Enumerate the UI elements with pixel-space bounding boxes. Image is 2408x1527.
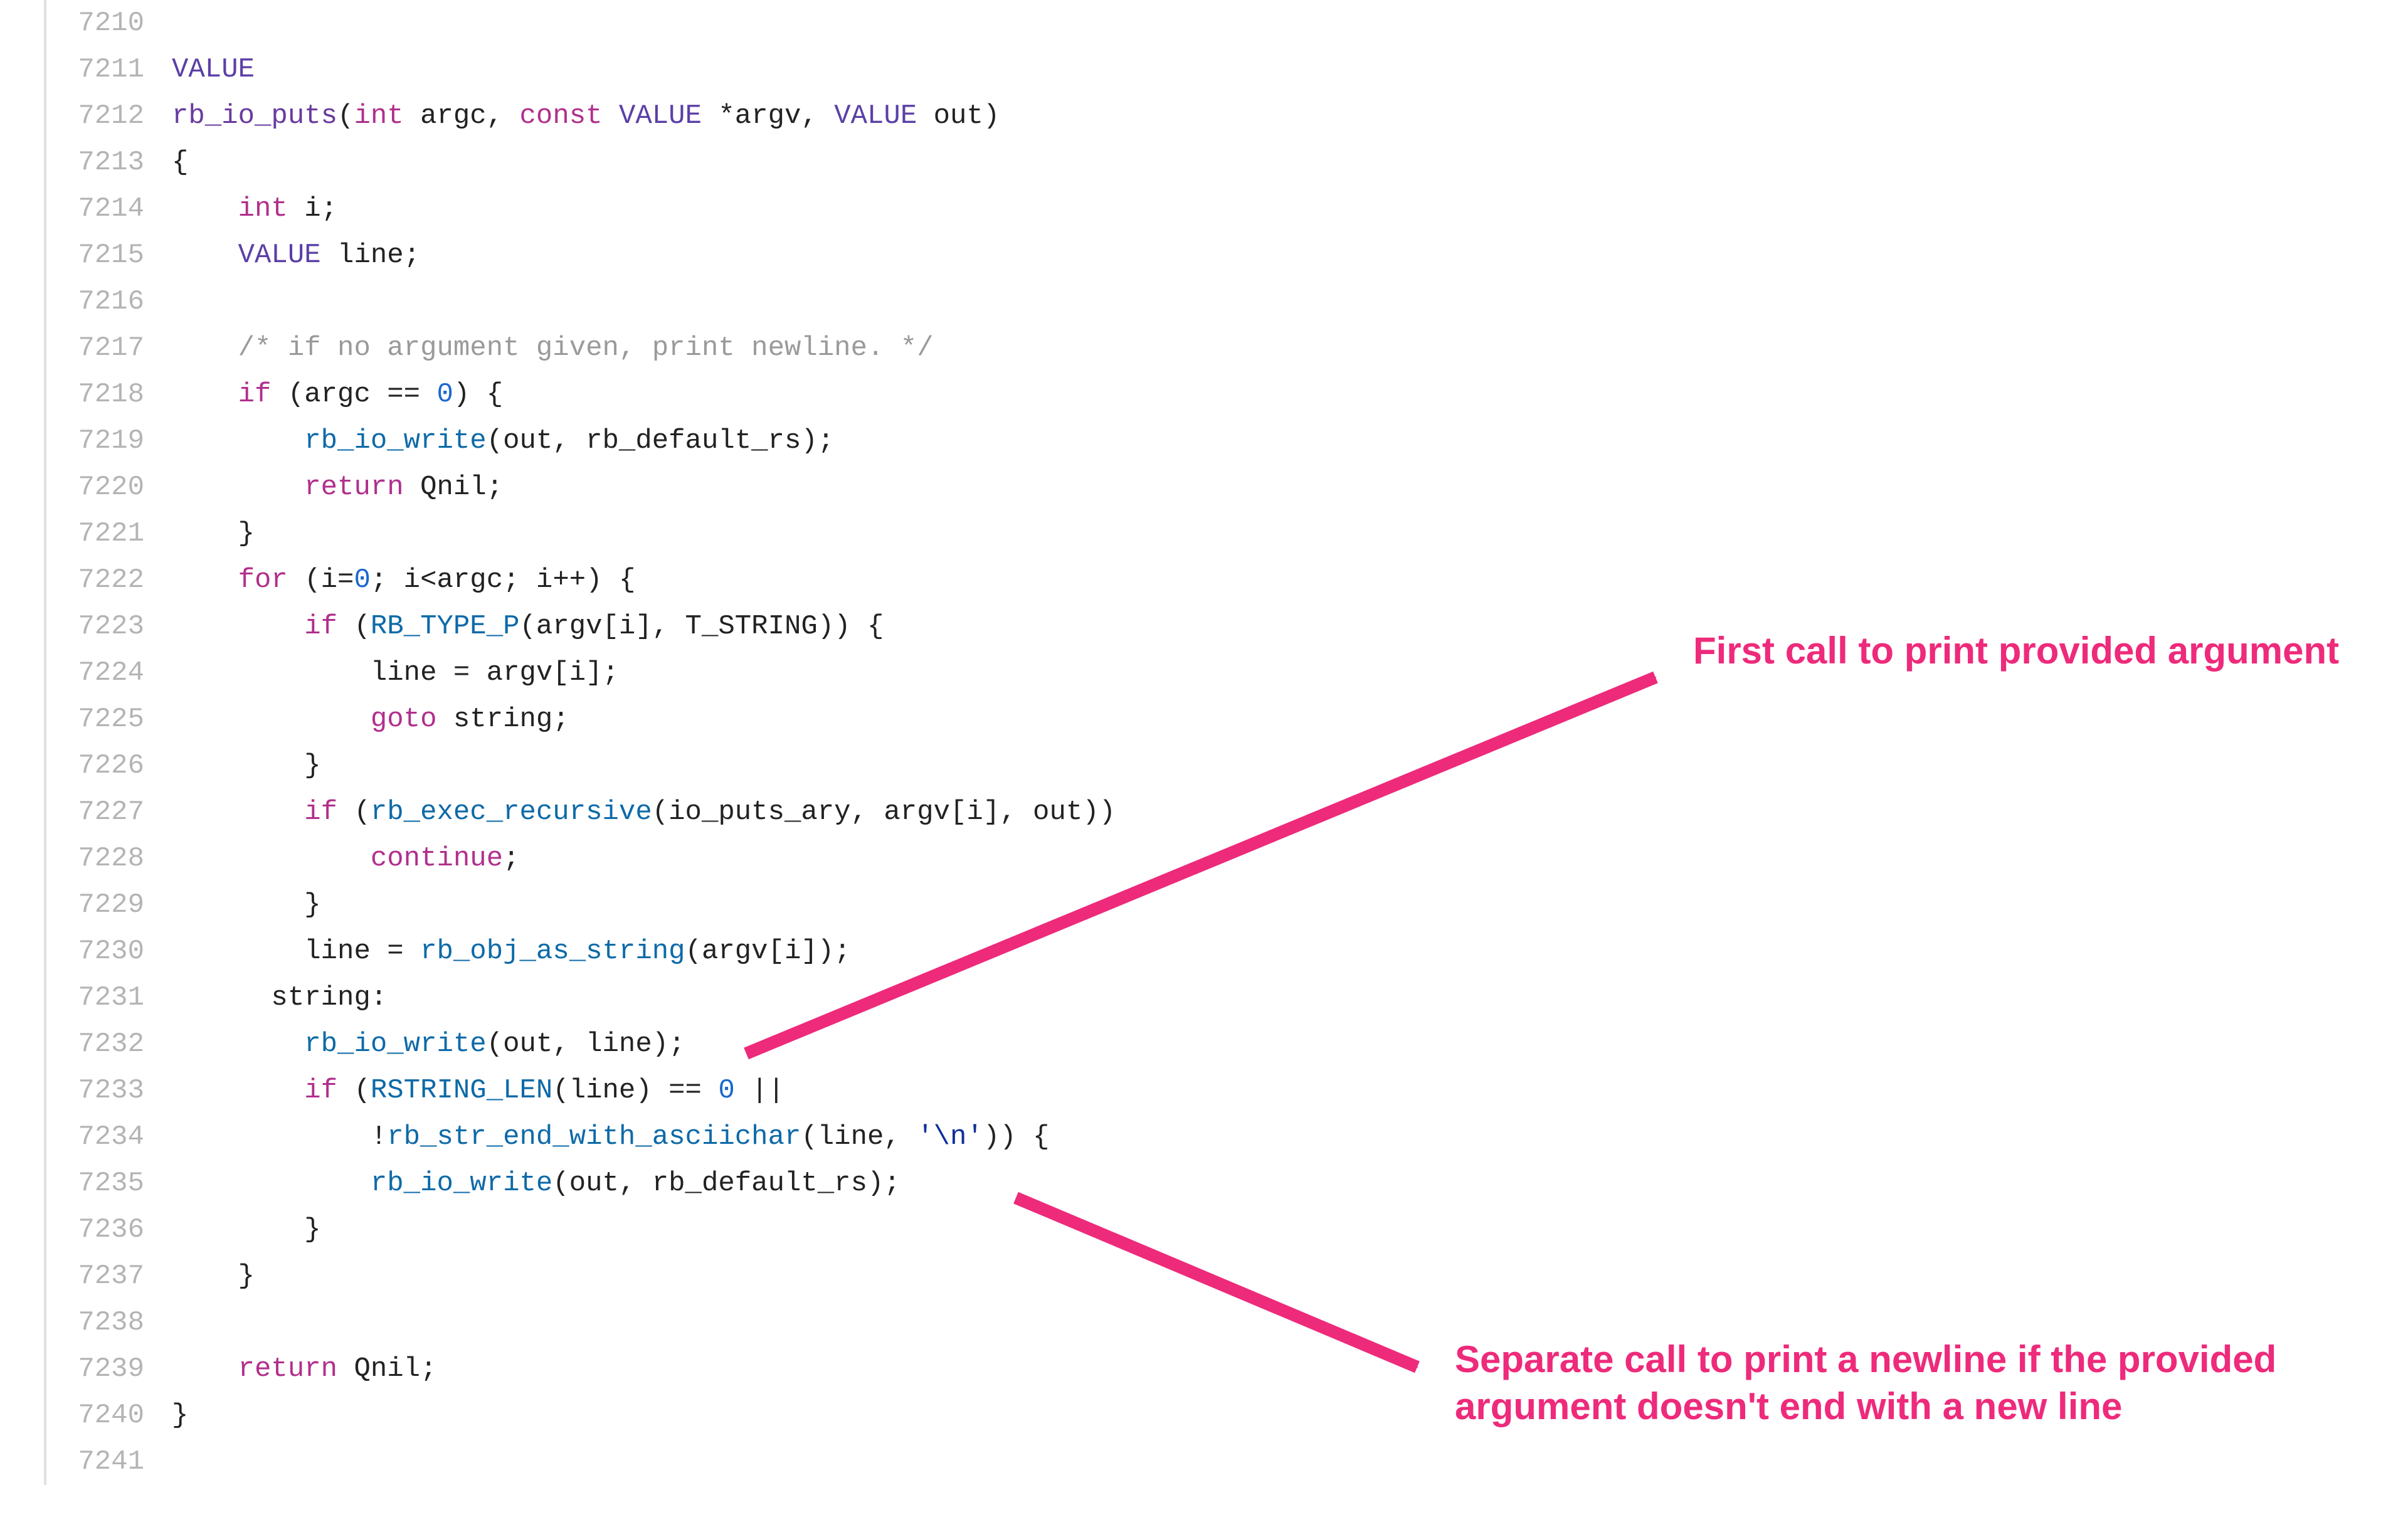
line-number: 7224 — [46, 650, 172, 696]
line-number: 7215 — [46, 232, 172, 278]
line-number: 7235 — [46, 1160, 172, 1207]
code-content: if (rb_exec_recursive(io_puts_ary, argv[… — [172, 789, 1116, 835]
line-number: 7239 — [46, 1346, 172, 1392]
code-line: 7215 VALUE line; — [46, 232, 1116, 278]
code-content: } — [172, 1253, 255, 1299]
code-content: if (RB_TYPE_P(argv[i], T_STRING)) { — [172, 603, 884, 650]
code-line: 7219 rb_io_write(out, rb_default_rs); — [46, 418, 1116, 464]
code-content: if (argc == 0) { — [172, 371, 503, 418]
line-number: 7223 — [46, 603, 172, 650]
code-line: 7228 continue; — [46, 835, 1116, 882]
code-content: } — [172, 882, 321, 928]
code-content: rb_io_puts(int argc, const VALUE *argv, … — [172, 93, 1000, 139]
line-number: 7218 — [46, 371, 172, 418]
code-line: 7230 line = rb_obj_as_string(argv[i]); — [46, 928, 1116, 975]
code-line: 7220 return Qnil; — [46, 464, 1116, 510]
code-line: 7231 string: — [46, 975, 1116, 1021]
code-line: 7222 for (i=0; i<argc; i++) { — [46, 557, 1116, 603]
code-listing: 72107211VALUE7212rb_io_puts(int argc, co… — [44, 0, 1116, 1485]
line-number: 7211 — [46, 46, 172, 93]
code-line: 7236 } — [46, 1207, 1116, 1253]
code-content: /* if no argument given, print newline. … — [172, 325, 934, 371]
code-content: return Qnil; — [172, 1346, 437, 1392]
line-number: 7220 — [46, 464, 172, 510]
line-number: 7230 — [46, 928, 172, 975]
code-content: for (i=0; i<argc; i++) { — [172, 557, 635, 603]
line-number: 7213 — [46, 139, 172, 186]
code-content: line = argv[i]; — [172, 650, 619, 696]
line-number: 7229 — [46, 882, 172, 928]
line-number: 7231 — [46, 975, 172, 1021]
code-line: 7214 int i; — [46, 186, 1116, 232]
code-content: int i; — [172, 186, 337, 232]
code-line: 7235 rb_io_write(out, rb_default_rs); — [46, 1160, 1116, 1207]
code-line: 7223 if (RB_TYPE_P(argv[i], T_STRING)) { — [46, 603, 1116, 650]
code-content: } — [172, 742, 321, 789]
code-content: VALUE — [172, 46, 255, 93]
line-number: 7240 — [46, 1392, 172, 1439]
code-content: return Qnil; — [172, 464, 503, 510]
code-line: 7233 if (RSTRING_LEN(line) == 0 || — [46, 1067, 1116, 1114]
code-line: 7239 return Qnil; — [46, 1346, 1116, 1392]
code-line: 7218 if (argc == 0) { — [46, 371, 1116, 418]
line-number: 7238 — [46, 1299, 172, 1346]
code-content: line = rb_obj_as_string(argv[i]); — [172, 928, 851, 975]
line-number: 7232 — [46, 1021, 172, 1067]
code-line: 7225 goto string; — [46, 696, 1116, 742]
code-line: 7234 !rb_str_end_with_asciichar(line, '\… — [46, 1114, 1116, 1160]
line-number: 7241 — [46, 1439, 172, 1485]
line-number: 7216 — [46, 278, 172, 325]
code-content: goto string; — [172, 696, 569, 742]
code-line: 7227 if (rb_exec_recursive(io_puts_ary, … — [46, 789, 1116, 835]
line-number: 7226 — [46, 742, 172, 789]
code-content: } — [172, 510, 255, 557]
code-line: 7226 } — [46, 742, 1116, 789]
code-content: rb_io_write(out, line); — [172, 1021, 685, 1067]
code-content: rb_io_write(out, rb_default_rs); — [172, 418, 834, 464]
code-content: { — [172, 139, 188, 186]
annotation-second-call: Separate call to print a newline if the … — [1455, 1336, 2364, 1430]
viewport: 72107211VALUE7212rb_io_puts(int argc, co… — [0, 0, 2408, 1527]
code-content: rb_io_write(out, rb_default_rs); — [172, 1160, 900, 1207]
code-content: } — [172, 1207, 321, 1253]
code-line: 7213{ — [46, 139, 1116, 186]
line-number: 7222 — [46, 557, 172, 603]
line-number: 7236 — [46, 1207, 172, 1253]
code-line: 7221 } — [46, 510, 1116, 557]
code-line: 7211VALUE — [46, 46, 1116, 93]
code-line: 7238 — [46, 1299, 1116, 1346]
line-number: 7234 — [46, 1114, 172, 1160]
code-content: if (RSTRING_LEN(line) == 0 || — [172, 1067, 784, 1114]
line-number: 7219 — [46, 418, 172, 464]
line-number: 7228 — [46, 835, 172, 882]
code-line: 7224 line = argv[i]; — [46, 650, 1116, 696]
line-number: 7221 — [46, 510, 172, 557]
line-number: 7214 — [46, 186, 172, 232]
code-line: 7229 } — [46, 882, 1116, 928]
code-content: VALUE line; — [172, 232, 420, 278]
code-line: 7216 — [46, 278, 1116, 325]
line-number: 7227 — [46, 789, 172, 835]
code-line: 7237 } — [46, 1253, 1116, 1299]
line-number: 7225 — [46, 696, 172, 742]
code-line: 7232 rb_io_write(out, line); — [46, 1021, 1116, 1067]
code-line: 7210 — [46, 0, 1116, 46]
line-number: 7210 — [46, 0, 172, 46]
line-number: 7237 — [46, 1253, 172, 1299]
code-content: } — [172, 1392, 188, 1439]
code-line: 7241 — [46, 1439, 1116, 1485]
code-content: string: — [172, 975, 387, 1021]
code-content: continue; — [172, 835, 520, 882]
annotation-first-call: First call to print provided argument — [1693, 627, 2339, 674]
line-number: 7233 — [46, 1067, 172, 1114]
code-line: 7240} — [46, 1392, 1116, 1439]
code-line: 7212rb_io_puts(int argc, const VALUE *ar… — [46, 93, 1116, 139]
code-line: 7217 /* if no argument given, print newl… — [46, 325, 1116, 371]
line-number: 7212 — [46, 93, 172, 139]
line-number: 7217 — [46, 325, 172, 371]
code-content: !rb_str_end_with_asciichar(line, '\n')) … — [172, 1114, 1049, 1160]
